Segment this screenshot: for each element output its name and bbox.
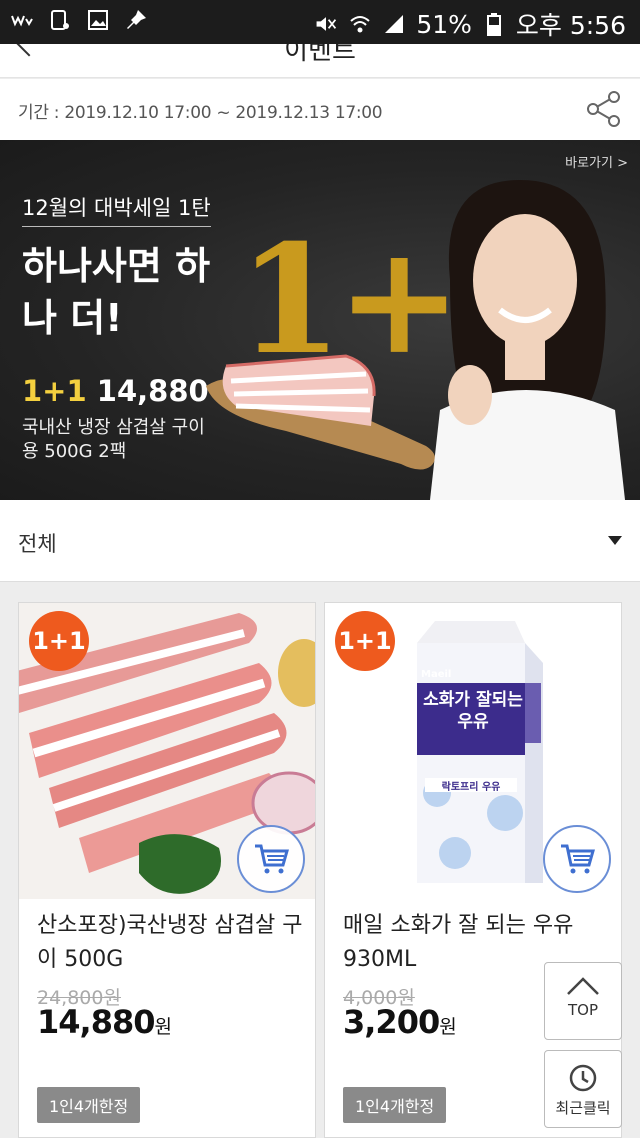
- battery-icon: [482, 12, 506, 36]
- purchase-limit-badge: 1인4개한정: [343, 1087, 447, 1123]
- promo-badge: 1+1: [29, 611, 89, 671]
- recent-click-button[interactable]: 최근클릭: [544, 1050, 622, 1128]
- add-to-cart-button[interactable]: [237, 825, 305, 893]
- purchase-limit-badge: 1인4개한정: [37, 1087, 141, 1123]
- event-period: 기간 : 2019.12.10 17:00 ~ 2019.12.13 17:00: [18, 103, 383, 123]
- currency-unit: 원: [154, 1016, 172, 1038]
- sale-price-value: 3,200: [343, 1003, 440, 1041]
- event-period-bar: 기간 : 2019.12.10 17:00 ~ 2019.12.13 17:00: [0, 79, 640, 140]
- currency-unit: 원: [439, 1016, 457, 1038]
- banner-price-value: 14,880: [96, 374, 209, 408]
- filter-selected-label: 전체: [18, 532, 57, 556]
- wifi-signal-icon: [348, 12, 372, 36]
- banner-price-prefix: 1+1: [22, 374, 87, 408]
- cell-signal-icon: [382, 12, 406, 36]
- promo-banner[interactable]: 바로가기 > 1+1 12월의 대박세일 1탄 하나사면 하나 더! 1+1 1…: [0, 140, 640, 500]
- sale-price: 3,200원: [343, 1003, 457, 1041]
- product-name[interactable]: 산소포장)국산냉장 삼겹살 구이 500G: [37, 909, 307, 977]
- page-title: 이벤트: [284, 44, 356, 66]
- banner-subtitle: 12월의 대박세일 1탄: [22, 192, 211, 227]
- cart-icon: [561, 844, 595, 874]
- sale-price-value: 14,880: [37, 1003, 155, 1041]
- clock: 오후 5:56: [515, 11, 626, 40]
- sale-price: 14,880원: [37, 1003, 172, 1041]
- milk-package-title: 소화가 잘되는 우유: [423, 690, 523, 732]
- product-card-pork[interactable]: 1+1 산소포장)국산냉장 삼겹살 구이 500G 24,800원 14,880…: [18, 602, 316, 1138]
- image-icon: [86, 8, 110, 32]
- add-to-cart-button[interactable]: [543, 825, 611, 893]
- banner-headline: 하나사면 하나 더!: [22, 244, 211, 340]
- chevron-up-icon: [567, 977, 599, 995]
- recent-click-label: 최근클릭: [555, 1099, 611, 1117]
- pin-icon: [124, 8, 148, 32]
- screen-icon: [48, 8, 72, 32]
- promo-badge: 1+1: [335, 611, 395, 671]
- banner-description: 국내산 냉장 삼겹살 구이용 500G 2팩: [22, 417, 205, 462]
- banner-price: 1+1 14,880: [22, 374, 209, 408]
- cart-icon: [255, 844, 289, 874]
- wifi-icon: [10, 8, 34, 32]
- category-filter[interactable]: 전체: [0, 500, 640, 582]
- mute-icon: [314, 12, 338, 36]
- milk-package-subtitle: 락토프리 우유: [441, 782, 501, 793]
- clock-icon: [569, 1064, 597, 1092]
- share-icon[interactable]: [584, 89, 624, 129]
- battery-percent: 51%: [416, 9, 472, 39]
- status-bar: 51% 오후 5:56: [0, 0, 640, 44]
- dropdown-arrow-icon[interactable]: [608, 536, 622, 545]
- scroll-top-button[interactable]: TOP: [544, 962, 622, 1040]
- milk-package-brand: Maeil: [421, 669, 452, 680]
- scroll-top-label: TOP: [567, 1001, 598, 1019]
- app-header: 이벤트: [0, 44, 640, 78]
- model-person-image: [430, 180, 625, 500]
